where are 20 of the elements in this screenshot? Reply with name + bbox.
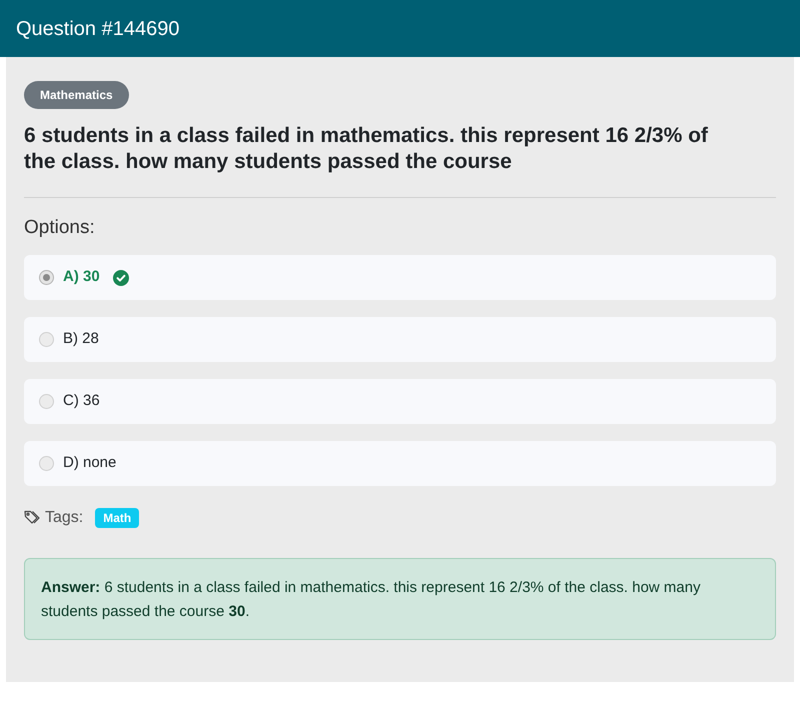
radio-button[interactable] <box>39 456 54 471</box>
option-row[interactable]: A) 30 <box>24 255 776 300</box>
radio-button[interactable] <box>39 332 54 347</box>
options-heading: Options: <box>24 216 96 240</box>
option-row[interactable]: C) 36 <box>24 379 776 424</box>
option-label: D) none <box>63 453 116 474</box>
answer-text: Answer: 6 students in a class failed in mathematics. this represent 16 2/3% of the class. how many students passed the course 30. <box>41 578 702 622</box>
page-title: Question #144690 <box>16 18 180 38</box>
option-label: A) 30 <box>63 267 100 288</box>
option-label: B) 28 <box>63 329 99 350</box>
option-row[interactable]: D) none <box>24 441 776 486</box>
tags-label: Tags: <box>45 508 84 528</box>
category-badge: Mathematics <box>24 81 129 109</box>
radio-button[interactable] <box>39 394 54 409</box>
option-row[interactable]: B) 28 <box>24 317 776 362</box>
option-label: C) 36 <box>63 391 100 412</box>
tags-icon <box>24 510 41 526</box>
radio-button[interactable] <box>39 270 54 285</box>
question-text: 6 students in a class failed in mathematics. this represent 16 2/3% of the class. how many students passed the course <box>24 123 709 175</box>
check-circle-icon <box>112 270 129 286</box>
